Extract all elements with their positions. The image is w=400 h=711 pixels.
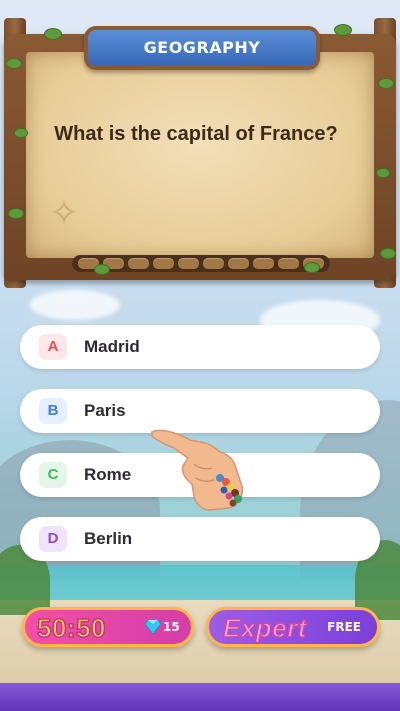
answer-label-a: Madrid — [84, 337, 140, 356]
leaf-decoration — [44, 28, 62, 40]
answer-label-b: Paris — [84, 401, 126, 420]
progress-segment — [253, 258, 274, 269]
answer-letter-d: D — [39, 526, 67, 552]
progress-segment — [178, 258, 199, 269]
leaf-decoration — [380, 248, 396, 259]
progress-segment — [203, 258, 224, 269]
category-title: GEOGRAPHY — [143, 38, 261, 57]
leaf-decoration — [14, 128, 28, 138]
answer-letter-a: A — [39, 334, 67, 360]
bottom-bar — [0, 683, 400, 711]
fifty-fifty-button[interactable]: 50:50 15 — [22, 607, 194, 647]
leaf-decoration — [8, 208, 24, 219]
expert-label: Expert — [222, 612, 307, 644]
progress-segment — [128, 258, 149, 269]
fifty-fifty-label: 50:50 — [36, 612, 106, 644]
leaf-decoration — [334, 24, 352, 36]
compass-icon: ✧ — [48, 193, 80, 234]
answer-label-d: Berlin — [84, 529, 133, 548]
question-text: What is the capital of France? — [54, 123, 338, 145]
answer-label-c: Rome — [84, 465, 132, 484]
expert-button[interactable]: Expert FREE — [206, 607, 380, 647]
progress-segment — [278, 258, 299, 269]
cloud — [30, 290, 120, 320]
leaf-decoration — [94, 264, 110, 275]
answer-option-d[interactable]: D Berlin — [20, 517, 380, 561]
question-progress — [72, 255, 330, 272]
expert-price: FREE — [327, 620, 361, 634]
category-banner: GEOGRAPHY — [84, 26, 320, 70]
answer-option-a[interactable]: A Madrid — [20, 325, 380, 369]
pointing-hand-icon — [151, 429, 244, 511]
answer-letter-c: C — [39, 462, 67, 488]
leaf-decoration — [6, 58, 22, 69]
gem-icon — [145, 620, 161, 634]
answer-letter-b: B — [39, 398, 67, 424]
leaf-decoration — [376, 168, 390, 178]
leaf-decoration — [304, 262, 320, 273]
fifty-fifty-cost: 15 — [163, 620, 180, 634]
question-board: ✧ GEOGRAPHY — [4, 18, 396, 288]
progress-segment — [153, 258, 174, 269]
leaf-decoration — [378, 78, 394, 89]
progress-segment — [228, 258, 249, 269]
